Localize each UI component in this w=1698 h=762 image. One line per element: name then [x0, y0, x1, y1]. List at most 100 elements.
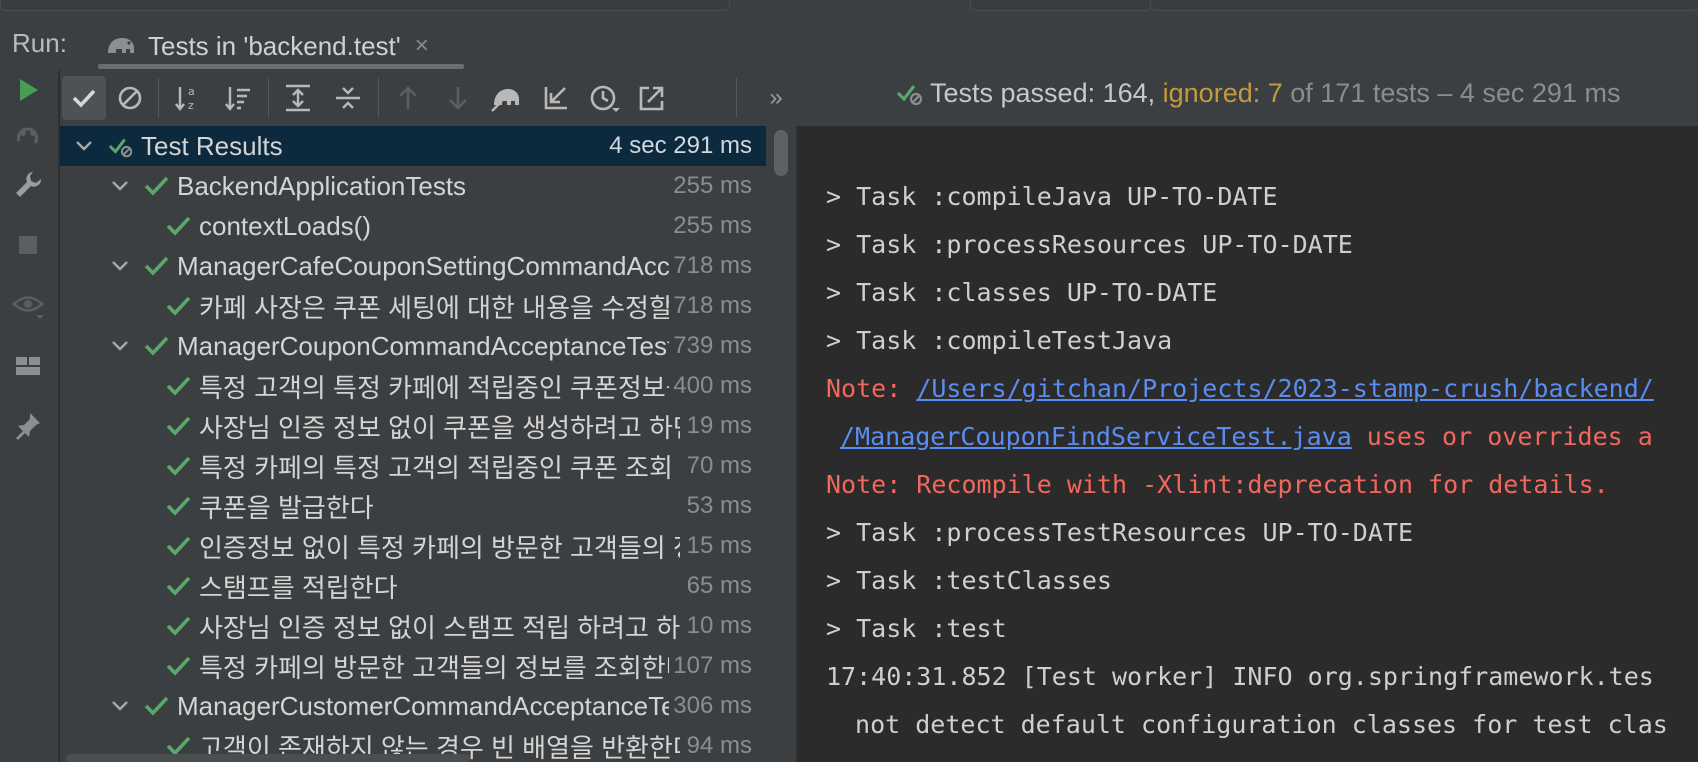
chevron-down-icon[interactable]: [110, 696, 130, 716]
chevron-down-icon[interactable]: [110, 256, 130, 276]
console-line: > Task :compileTestJava: [826, 326, 1173, 355]
tests-passed-icon: [896, 85, 923, 106]
tree-horizontal-scrollbar[interactable]: [66, 754, 470, 762]
test-duration: 19 ms: [682, 412, 752, 440]
test-name: 스탬프를 적립한다: [199, 572, 398, 603]
collapse-all-icon: [336, 87, 360, 109]
test-name: 특정 고객의 특정 카페에 적립중인 쿠폰정보를 조회한다: [199, 372, 680, 403]
test-method-row[interactable]: 인증정보 없이 특정 카페의 방문한 고객들의 정보를 조회15 ms: [60, 526, 766, 566]
overflow-button[interactable]: »: [754, 76, 798, 120]
test-method-row[interactable]: 특정 카페의 특정 고객의 적립중인 쿠폰 조회 70 ms: [60, 446, 766, 486]
import-tests-button[interactable]: [534, 76, 578, 120]
test-duration: 10 ms: [682, 612, 752, 640]
expand-all-button[interactable]: [276, 76, 320, 120]
test-method-row[interactable]: contextLoads() 255 ms: [60, 206, 766, 246]
console-line: 17:40:31.852 [Test worker] INFO org.spri…: [826, 662, 1654, 691]
rerun-failed-button[interactable]: [8, 116, 48, 156]
active-tab-indicator: [98, 64, 464, 69]
tab-tests-backend[interactable]: Tests in 'backend.test' ×: [104, 24, 429, 68]
tests-ignored-text: ignored: 7: [1162, 78, 1283, 108]
show-ignored-button[interactable]: [108, 76, 152, 120]
layout-icon: [16, 357, 40, 375]
test-method-row[interactable]: 쿠폰을 발급한다 53 ms: [60, 486, 766, 526]
eye-icon: [12, 296, 44, 319]
test-name: 사장님 인증 정보 없이 스탬프 적립 하려고 하면 예외: [199, 612, 680, 643]
test-name: ManagerCustomerCommandAcceptanceTest: [177, 690, 680, 721]
console-line: > Task :test: [826, 614, 1007, 643]
test-name: BackendApplicationTests: [177, 170, 467, 201]
view-options-button[interactable]: [8, 286, 48, 326]
scrollbar-thumb[interactable]: [774, 130, 788, 176]
check-icon: [166, 573, 192, 599]
tree-root-row[interactable]: Test Results 4 sec 291 ms: [60, 126, 766, 166]
check-icon: [166, 213, 192, 239]
test-method-row[interactable]: 특정 고객의 특정 카페에 적립중인 쿠폰정보를 조회한다400 ms: [60, 366, 766, 406]
pin-button[interactable]: [8, 406, 48, 446]
test-duration: 255 ms: [669, 172, 752, 200]
test-duration: 70 ms: [682, 452, 752, 480]
test-method-row[interactable]: 특정 카페의 방문한 고객들의 정보를 조회한다 107 ms: [60, 646, 766, 686]
test-method-row[interactable]: 스탬프를 적립한다 65 ms: [60, 566, 766, 606]
overflow-icon: »: [769, 84, 783, 111]
test-method-row[interactable]: 사장님 인증 정보 없이 스탬프 적립 하려고 하면 예외10 ms: [60, 606, 766, 646]
check-icon: [166, 373, 192, 399]
sort-by-duration-button[interactable]: [216, 76, 260, 120]
test-class-row[interactable]: ManagerCustomerCommandAcceptanceTest 306 …: [60, 686, 766, 726]
test-method-row[interactable]: 사장님 인증 정보 없이 쿠폰을 생성하려고 하면 예외19 ms: [60, 406, 766, 446]
test-class-row[interactable]: ManagerCouponCommandAcceptanceTest 739 ms: [60, 326, 766, 366]
console-line: not detect default configuration classes…: [840, 710, 1668, 739]
chevron-down-icon[interactable]: [110, 176, 130, 196]
check-icon: [144, 253, 170, 279]
console-line: > Task :processResources UP-TO-DATE: [826, 230, 1353, 259]
wrench-icon: [16, 172, 42, 197]
file-path-link[interactable]: /ManagerCouponFindServiceTest.java: [840, 422, 1352, 451]
rerun-test-icon: [491, 89, 519, 112]
tree-vertical-scrollbar[interactable]: [766, 126, 797, 762]
test-duration: 53 ms: [682, 492, 752, 520]
next-failed-icon: [449, 87, 467, 110]
test-duration: 400 ms: [669, 372, 752, 400]
export-icon: [639, 86, 664, 111]
settings-button[interactable]: [8, 164, 48, 204]
previous-failed-button[interactable]: [386, 76, 430, 120]
test-summary: Tests passed: 164, ignored: 7 of 171 tes…: [896, 78, 1620, 109]
close-tab-icon[interactable]: ×: [415, 32, 429, 60]
check-icon: [144, 173, 170, 199]
gradle-elephant-icon: [108, 38, 134, 53]
svg-text:z: z: [188, 99, 194, 112]
top-editor-strip: [0, 0, 1698, 15]
check-icon: [166, 293, 192, 319]
sort-alphabetically-button[interactable]: a z: [166, 76, 210, 120]
toolbar-separator: [268, 78, 269, 118]
stop-button[interactable]: [8, 225, 48, 265]
test-name: 특정 카페의 특정 고객의 적립중인 쿠폰 조회: [199, 452, 673, 483]
test-duration: 65 ms: [682, 572, 752, 600]
test-method-row[interactable]: 카페 사장은 쿠폰 세팅에 대한 내용을 수정할 수 있다718 ms: [60, 286, 766, 326]
toolbar-separator: [378, 78, 379, 118]
export-results-button[interactable]: [630, 76, 674, 120]
test-name: ManagerCouponCommandAcceptanceTest: [177, 330, 675, 361]
svg-text:a: a: [188, 85, 195, 98]
editor-tab-strip-left: [0, 0, 730, 11]
editor-tab-strip-right: [1150, 0, 1698, 11]
test-class-row[interactable]: BackendApplicationTests 255 ms: [60, 166, 766, 206]
check-icon: [166, 413, 192, 439]
layout-button[interactable]: [8, 346, 48, 386]
collapse-all-button[interactable]: [326, 76, 370, 120]
console-line: > Task :processTestResources UP-TO-DATE: [826, 518, 1413, 547]
rerun-test-button[interactable]: [484, 76, 528, 120]
test-name: 사장님 인증 정보 없이 쿠폰을 생성하려고 하면 예외: [199, 412, 680, 443]
tests-passed-icon: [108, 133, 134, 159]
file-path-link[interactable]: /Users/gitchan/Projects/2023-stamp-crush…: [916, 374, 1654, 403]
show-passed-button[interactable]: [62, 76, 106, 120]
test-results-tree[interactable]: Test Results 4 sec 291 ms BackendApplicati…: [60, 126, 766, 762]
test-class-row[interactable]: ManagerCafeCouponSettingCommandAcceptanc…: [60, 246, 766, 286]
rerun-button[interactable]: [8, 70, 48, 110]
chevron-down-icon[interactable]: [110, 336, 130, 356]
console-output[interactable]: > Task :compileJava UP-TO-DATE > Task :p…: [800, 126, 1698, 762]
next-failed-button[interactable]: [436, 76, 480, 120]
test-history-button[interactable]: [582, 76, 626, 120]
test-name: Test Results: [141, 130, 283, 161]
chevron-down-icon[interactable]: [74, 136, 94, 156]
run-side-toolbar: [0, 70, 59, 762]
